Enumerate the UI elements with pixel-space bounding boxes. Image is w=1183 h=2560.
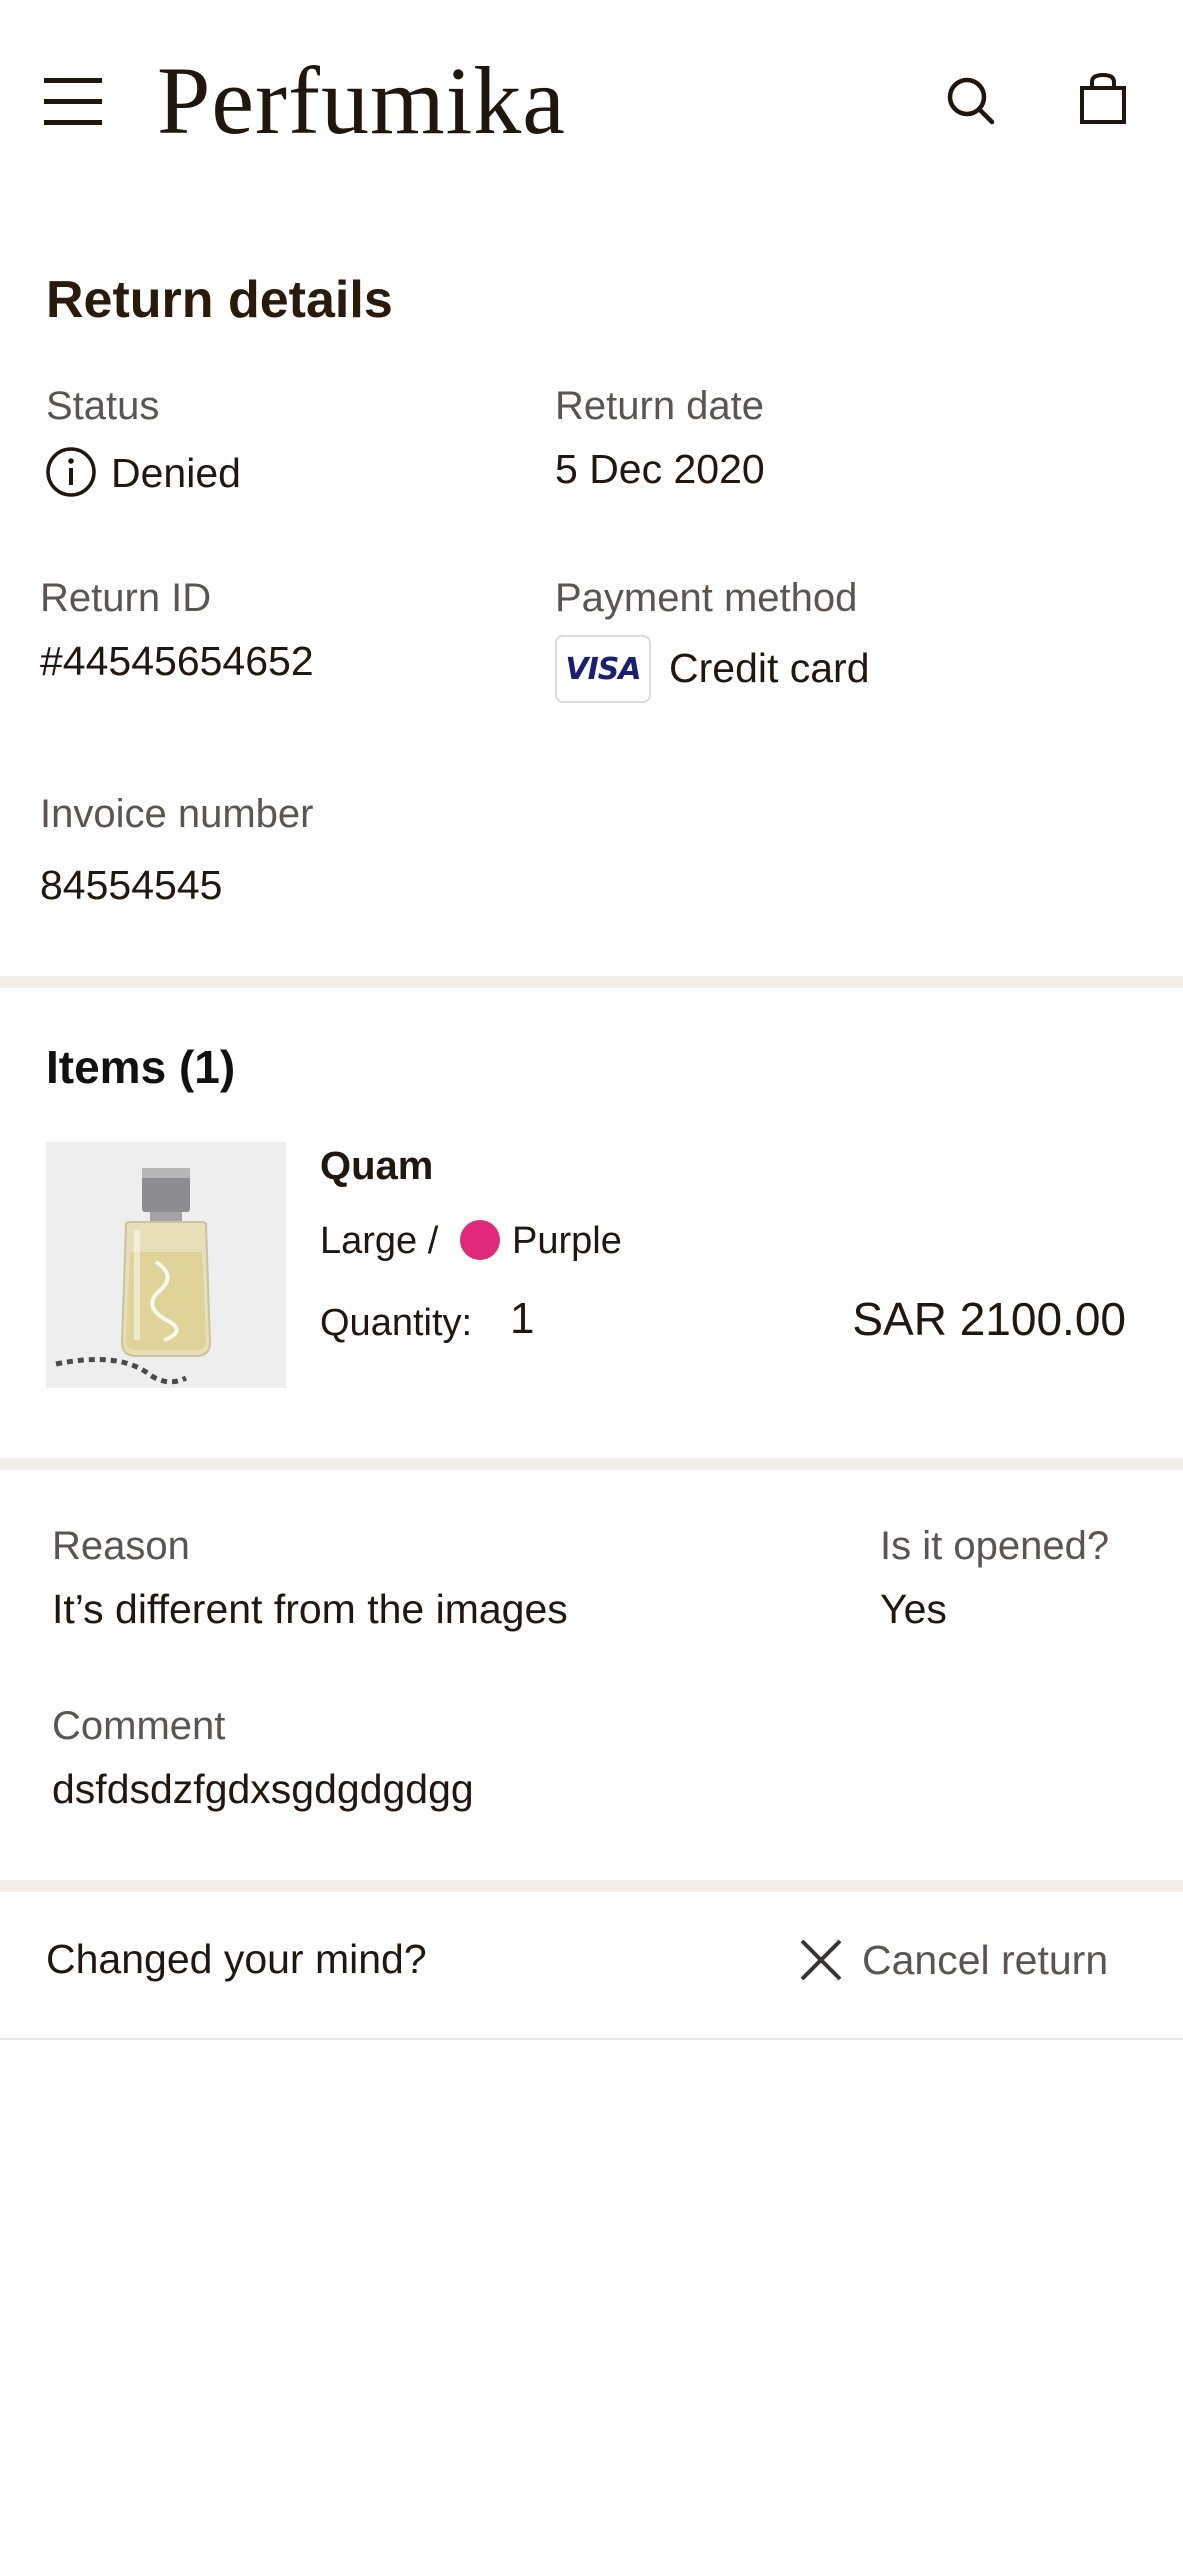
invoice-number-value: 84554545 (40, 862, 223, 908)
cancel-return-button[interactable]: Cancel return (798, 1930, 1108, 1990)
comment-label: Comment (52, 1704, 226, 1748)
return-id-label: Return ID (40, 576, 212, 620)
payment-method-value: Credit card (669, 645, 870, 691)
invoice-number-label: Invoice number (40, 792, 314, 836)
reason-value: It’s different from the images (52, 1586, 568, 1632)
product-name[interactable]: Quam (320, 1144, 433, 1189)
return-details-title: Return details (46, 271, 393, 329)
comment-value: dsfdsdzfgdxsgdgdgdgg (52, 1766, 474, 1812)
footer-divider (0, 2038, 1183, 2040)
product-size: Large / (320, 1220, 439, 1262)
section-divider (0, 1880, 1183, 1892)
status-value: Denied (111, 450, 241, 496)
info-circle-icon (46, 447, 96, 497)
opened-label: Is it opened? (880, 1524, 1110, 1568)
brand-logo[interactable]: Perfumika (157, 46, 566, 156)
return-date-label: Return date (555, 384, 765, 428)
close-icon (800, 1939, 842, 1981)
reason-label: Reason (52, 1524, 190, 1568)
opened-value: Yes (880, 1586, 947, 1632)
cancel-return-label: Cancel return (862, 1936, 1109, 1983)
product-price: SAR 2100.00 (852, 1293, 1126, 1345)
items-title: Items (1) (46, 1041, 236, 1093)
app-header: Perfumika (0, 0, 1183, 200)
product-image[interactable] (46, 1142, 286, 1388)
section-divider (0, 976, 1183, 988)
quantity-value: 1 (510, 1294, 535, 1343)
shopping-bag-icon[interactable] (1078, 72, 1128, 126)
changed-mind-prompt: Changed your mind? (46, 1936, 427, 1982)
perfume-bottle-image (46, 1142, 286, 1388)
section-divider (0, 1458, 1183, 1470)
color-swatch (460, 1220, 500, 1260)
visa-card-icon: VISA (555, 635, 651, 703)
search-icon[interactable] (946, 76, 996, 126)
quantity-label: Quantity: (320, 1302, 473, 1344)
return-date-value: 5 Dec 2020 (555, 446, 765, 492)
product-color: Purple (512, 1220, 622, 1262)
return-id-value: #44545654652 (40, 638, 314, 684)
status-label: Status (46, 384, 160, 428)
hamburger-menu-icon[interactable] (44, 76, 104, 126)
payment-method-label: Payment method (555, 576, 858, 620)
